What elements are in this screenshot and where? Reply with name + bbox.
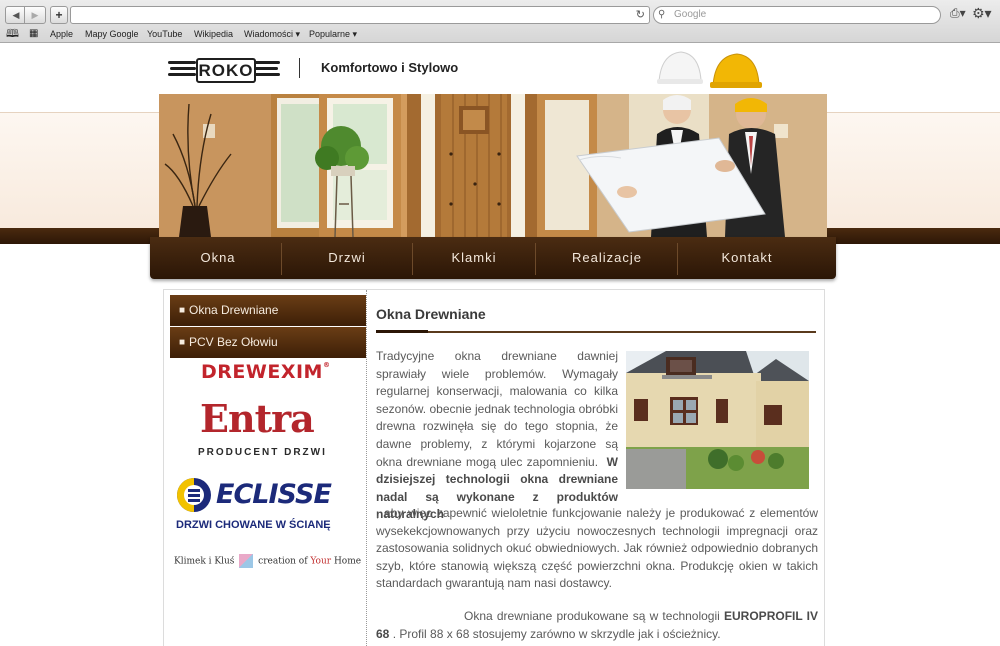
search-input[interactable]: ⚲ Google [653, 6, 941, 24]
house-scene [626, 351, 809, 489]
forward-icon[interactable]: ▶ [24, 6, 46, 24]
klimek-klus-logo[interactable]: Klimek i Kluś creation of Your Home [174, 554, 361, 568]
page-menu-icon[interactable]: ⎙▾ [950, 6, 966, 21]
page-title: Okna Drewniane [376, 306, 486, 322]
nav-divider [677, 243, 678, 275]
klimek-creation-text: creation of [258, 556, 311, 567]
logo-stripe [168, 73, 196, 76]
logo-stripe [252, 73, 280, 76]
bookmark-item[interactable]: Wikipedia [194, 27, 233, 41]
nav-divider [281, 243, 282, 275]
nav-drzwi[interactable]: Drzwi [283, 237, 411, 279]
address-bar[interactable]: ↻ [70, 6, 650, 24]
grid-icon[interactable]: ▦ [29, 27, 38, 41]
banner-image [159, 94, 827, 237]
bookmark-item[interactable]: Apple [50, 27, 73, 41]
nav-divider [412, 243, 413, 275]
bookmark-item[interactable]: Popularne ▾ [309, 27, 357, 41]
sidebar-item-pcv[interactable]: ■ PCV Bez Ołowiu [170, 327, 366, 358]
sidebar-item-label: Okna Drewniane [189, 303, 279, 317]
search-placeholder: Google [674, 9, 707, 20]
gear-icon[interactable]: ⚙▾ [972, 5, 992, 22]
klimek-text: Klimek i Kluś [174, 556, 235, 567]
sidebar-item-okna-drewniane[interactable]: ■ Okna Drewniane [170, 295, 366, 326]
helmets-image [657, 51, 762, 88]
technology-text: Okna drewniane produkowane są w technolo… [464, 609, 725, 623]
bookmarks-bar: 🕮 ▦ Apple Mapy Google YouTube Wikipedia … [0, 27, 1000, 41]
drewexim-logo[interactable]: DREWEXIM® [201, 361, 330, 383]
title-underline [376, 331, 816, 333]
browser-toolbar: ◀ ▶ + ↻ ⚲ Google ⎙▾ ⚙▾ 🕮 ▦ Apple Mapy Go… [0, 0, 1000, 43]
main-nav: Okna Drzwi Klamki Realizacje Kontakt [150, 237, 836, 279]
eclisse-emblem-icon [177, 478, 211, 512]
content-frame: ■ Okna Drewniane ■ PCV Bez Ołowiu DREWEX… [163, 289, 825, 646]
tagline: Komfortowo i Stylowo [321, 60, 459, 75]
main-content: Okna Drewniane Tradycyjne okna drewniane… [376, 290, 818, 646]
logo-stripe [170, 67, 196, 70]
eclisse-text: ECLISSE [216, 479, 332, 510]
bookmark-item[interactable]: Mapy Google [85, 27, 139, 41]
book-icon[interactable]: 🕮 [6, 27, 19, 41]
search-icon: ⚲ [658, 9, 666, 20]
intro-paragraph-continued: , aby więc zapewnić wieloletnie funkcjow… [376, 506, 818, 591]
bullet-icon: ■ [179, 305, 186, 316]
title-underline-accent [376, 330, 428, 333]
intro-text: Tradycyjne okna drewniane dawniej sprawi… [376, 349, 618, 469]
technology-paragraph: Okna drewniane produkowane są w technolo… [376, 608, 818, 643]
bullet-icon: ■ [179, 337, 186, 348]
eclisse-logo[interactable]: ECLISSE DRZWI CHOWANE W ŚCIANĘ [174, 476, 344, 542]
roko-logo[interactable]: ROKO [168, 55, 282, 83]
intro-paragraph: Tradycyjne okna drewniane dawniej sprawi… [376, 348, 618, 524]
technology-text-end: . Profil 88 x 68 stosujemy zarówno w skr… [389, 626, 721, 641]
nav-okna[interactable]: Okna [158, 237, 278, 279]
sidebar: ■ Okna Drewniane ■ PCV Bez Ołowiu DREWEX… [164, 290, 367, 646]
add-bookmark-icon[interactable]: + [50, 6, 68, 24]
klimek-your-text: Your [310, 556, 332, 567]
eclisse-subtitle: DRZWI CHOWANE W ŚCIANĘ [176, 519, 331, 531]
nav-realizacje[interactable]: Realizacje [537, 237, 677, 279]
nav-klamki[interactable]: Klamki [414, 237, 534, 279]
entra-logo[interactable]: Entra PRODUCENT DRZWI [174, 390, 340, 468]
reload-icon[interactable]: ↻ [636, 7, 645, 23]
sidebar-item-label: PCV Bez Ołowiu [189, 335, 278, 349]
entra-subtitle: PRODUCENT DRZWI [198, 447, 327, 458]
nav-divider [535, 243, 536, 275]
logo-text: ROKO [196, 58, 256, 83]
drewexim-text: DREWEXIM [201, 361, 323, 383]
logo-separator [299, 58, 300, 78]
bookmark-item[interactable]: Wiadomości ▾ [244, 27, 300, 41]
entra-text: Entra [200, 396, 315, 441]
banner-scene [159, 94, 827, 237]
nav-kontakt[interactable]: Kontakt [679, 237, 815, 279]
logo-stripe [168, 61, 196, 64]
klimek-home-text: Home [331, 556, 362, 567]
registered-icon: ® [322, 361, 331, 369]
logo-stripe [252, 61, 280, 64]
bookmark-item[interactable]: YouTube [147, 27, 182, 41]
house-photo [626, 351, 809, 489]
kk-badge-icon [239, 554, 254, 568]
